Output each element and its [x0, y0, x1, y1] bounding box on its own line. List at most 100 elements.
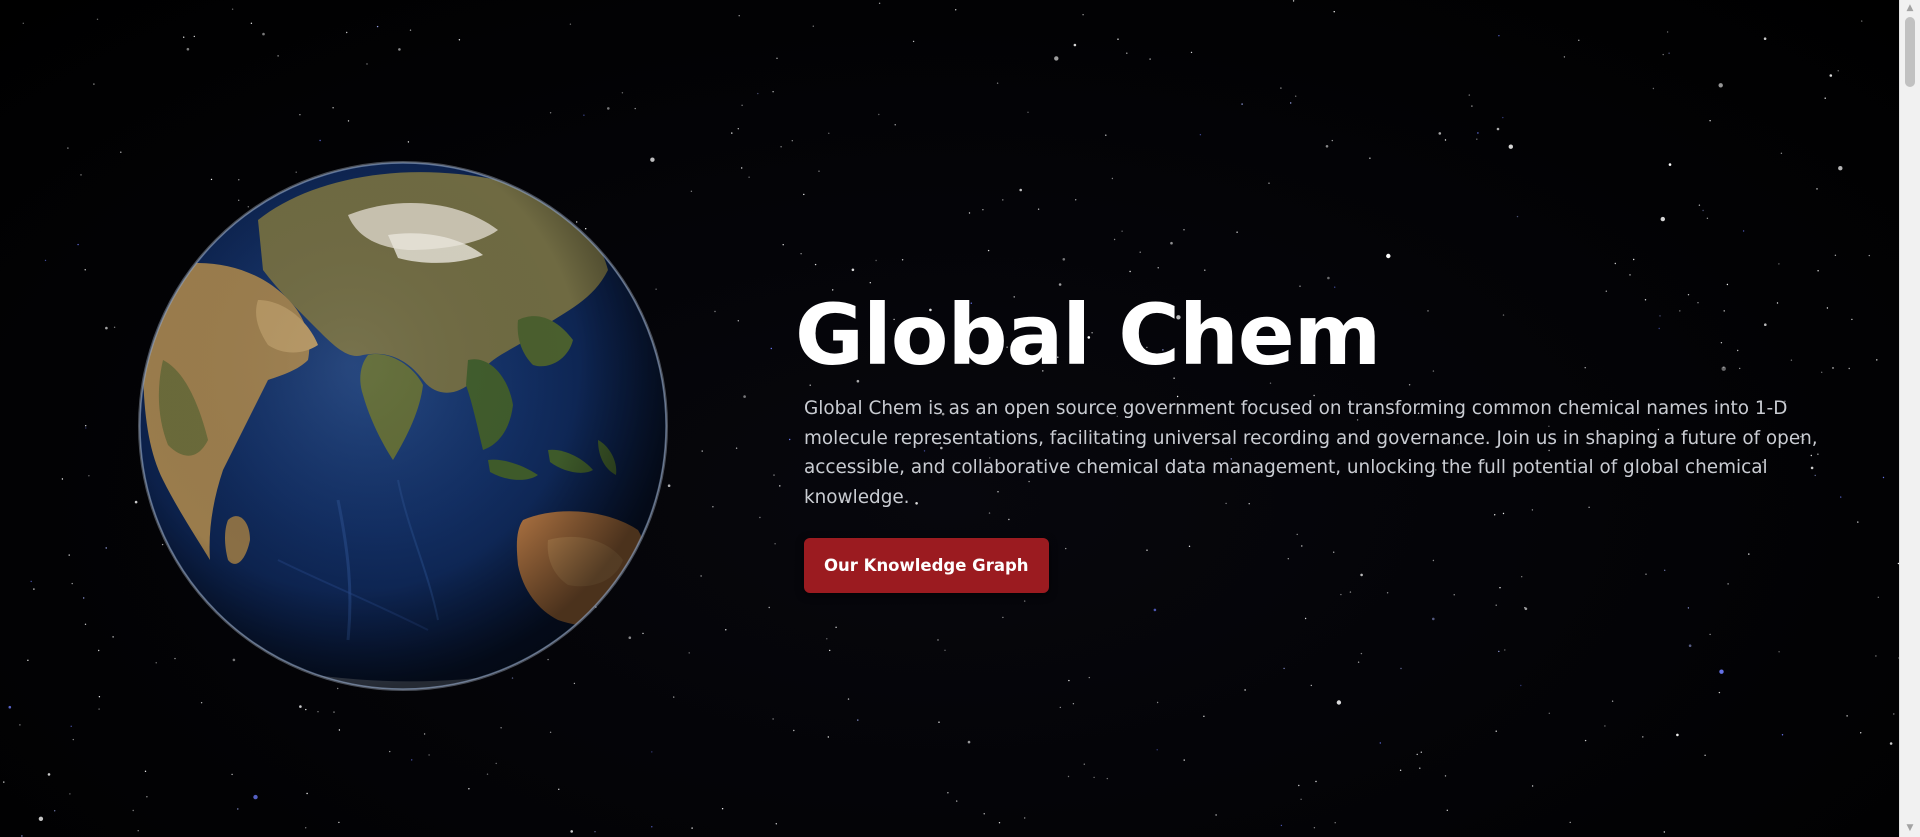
star	[1889, 742, 1893, 745]
star	[793, 729, 795, 732]
star	[1780, 152, 1783, 154]
star	[938, 721, 940, 723]
star	[96, 18, 99, 20]
star	[1676, 733, 1679, 737]
star	[651, 751, 653, 753]
star	[1037, 208, 1040, 210]
star	[1524, 607, 1526, 609]
star	[84, 623, 87, 625]
star	[768, 606, 770, 609]
star	[1817, 270, 1819, 272]
star	[98, 696, 101, 698]
page-scrollbar[interactable]: ▲ ▼	[1899, 0, 1920, 837]
star	[305, 827, 307, 829]
star	[1113, 238, 1116, 241]
star	[1876, 359, 1878, 361]
star	[69, 793, 71, 795]
star	[1495, 604, 1497, 606]
star	[1334, 822, 1336, 824]
star	[1851, 318, 1853, 321]
star	[983, 813, 985, 815]
knowledge-graph-button[interactable]: Our Knowledge Graph	[804, 538, 1049, 593]
star	[735, 447, 738, 449]
star	[428, 754, 430, 756]
star	[1718, 83, 1723, 88]
star	[1498, 650, 1500, 653]
star	[468, 788, 470, 790]
star	[389, 750, 391, 753]
star	[183, 36, 185, 38]
star	[1360, 652, 1363, 655]
star	[1379, 742, 1382, 744]
star	[332, 107, 334, 109]
star	[1633, 258, 1635, 261]
star	[1082, 14, 1084, 16]
star	[1629, 274, 1631, 276]
star	[1662, 53, 1664, 56]
star	[495, 762, 497, 765]
star	[1778, 651, 1780, 653]
star	[1400, 667, 1402, 670]
star	[947, 792, 949, 794]
star	[583, 114, 585, 116]
star	[772, 91, 774, 93]
star	[88, 475, 90, 477]
star	[231, 773, 233, 776]
star	[1687, 607, 1690, 609]
star	[1333, 11, 1335, 13]
star	[1156, 701, 1159, 704]
star	[1295, 95, 1297, 97]
star	[262, 32, 265, 36]
scroll-up-arrow-icon[interactable]: ▲	[1900, 0, 1920, 17]
star	[366, 63, 368, 65]
star	[1824, 97, 1826, 99]
star	[1093, 776, 1095, 779]
star	[186, 47, 190, 51]
star	[944, 649, 946, 651]
star	[1068, 679, 1070, 682]
scroll-thumb[interactable]	[1905, 17, 1915, 87]
star	[1829, 74, 1833, 77]
star	[712, 506, 714, 508]
star	[803, 193, 805, 196]
star	[814, 263, 817, 266]
star	[1139, 251, 1141, 253]
star	[774, 543, 776, 545]
star	[83, 597, 85, 599]
star	[98, 649, 100, 652]
star	[93, 83, 95, 85]
star	[33, 588, 35, 590]
star	[70, 725, 72, 727]
star	[1105, 134, 1107, 136]
star	[54, 810, 56, 812]
star	[714, 310, 716, 313]
star	[779, 485, 781, 487]
star	[1742, 230, 1745, 232]
star	[486, 773, 489, 775]
star	[700, 575, 702, 577]
star	[818, 170, 820, 172]
star	[1149, 58, 1151, 60]
earth-globe	[138, 160, 668, 692]
star	[1153, 608, 1157, 612]
star	[1304, 617, 1307, 620]
star	[1054, 56, 1059, 61]
star	[1190, 51, 1193, 54]
star	[1203, 715, 1205, 717]
star	[847, 698, 850, 700]
star	[1875, 655, 1877, 657]
star	[1236, 231, 1238, 233]
star	[1444, 139, 1447, 141]
star	[1156, 749, 1158, 751]
star	[878, 2, 881, 4]
star	[1325, 145, 1329, 148]
star	[1520, 684, 1522, 687]
scroll-down-arrow-icon[interactable]: ▼	[1900, 820, 1920, 837]
star	[690, 190, 693, 192]
star	[1204, 269, 1206, 271]
star	[1399, 769, 1402, 771]
star	[200, 702, 203, 704]
star	[1432, 617, 1435, 621]
star	[835, 626, 837, 628]
star	[725, 629, 727, 631]
